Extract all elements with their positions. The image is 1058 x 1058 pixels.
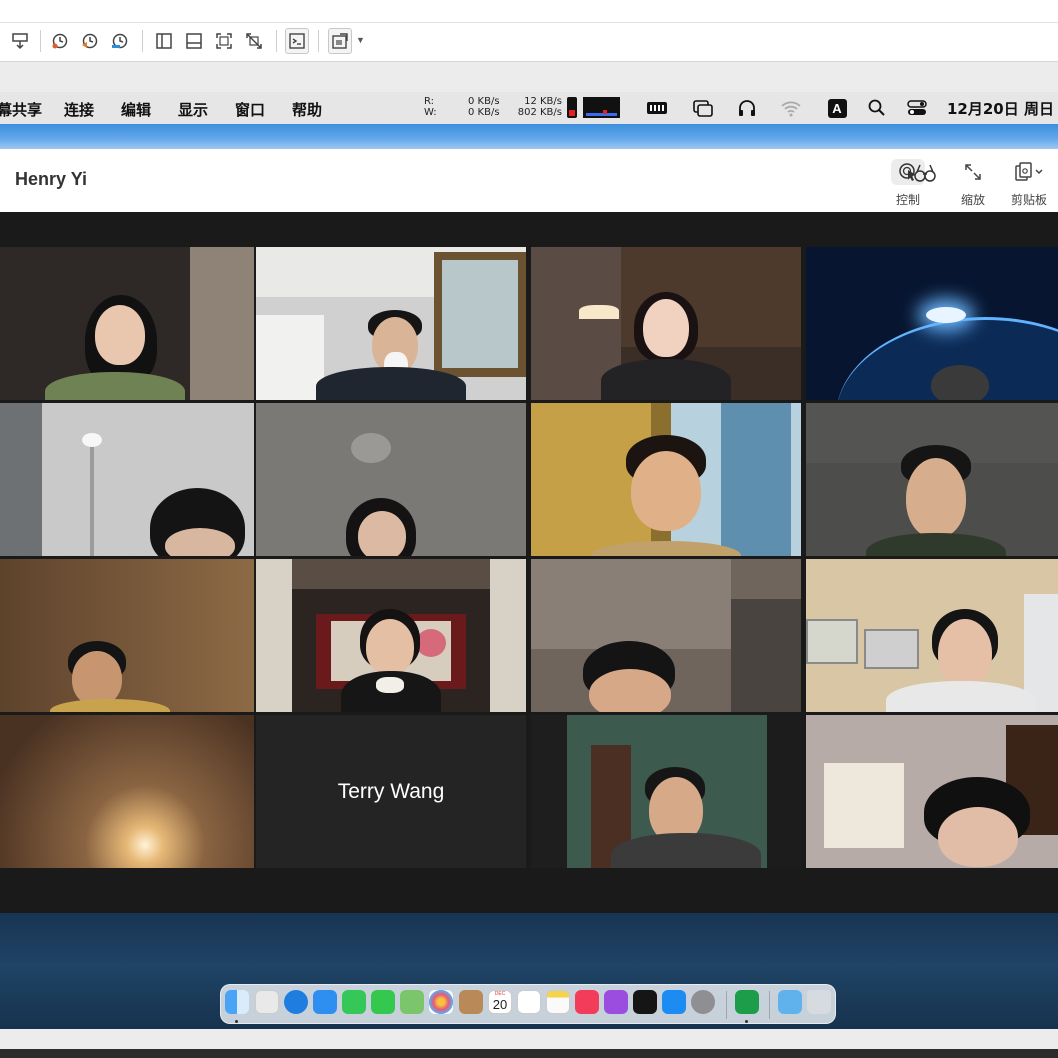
control-label: 控制 (895, 193, 920, 207)
calendar-day: 20 (492, 997, 508, 1012)
dock: DEC 20 (220, 984, 836, 1024)
photos-icon[interactable] (429, 990, 453, 1014)
system-preferences-icon[interactable] (691, 990, 715, 1014)
net-write-value-2: 802 KB/s (517, 107, 562, 118)
dock-separator (769, 991, 770, 1019)
screenshot-icon[interactable] (328, 28, 352, 54)
reminders-icon[interactable] (517, 990, 541, 1014)
scale-off-icon[interactable] (242, 28, 266, 54)
mac-menu-bar: 幕共享 连接 编辑 显示 窗口 帮助 R: W: 0 KB/s 0 KB/s 1… (0, 92, 1058, 124)
safari-icon[interactable] (284, 990, 308, 1014)
running-indicator (235, 1020, 238, 1023)
video-tile-11[interactable] (531, 559, 801, 712)
net-read-value-2: 0 KB/s (468, 107, 500, 118)
chevron-down-icon[interactable]: ▼ (356, 35, 365, 45)
dock-separator (726, 991, 727, 1019)
wifi-icon[interactable] (780, 98, 802, 118)
net-write-label: W: (424, 107, 437, 118)
screens-icon[interactable] (692, 98, 714, 118)
headphones-icon[interactable] (736, 98, 758, 118)
bottom-panel-icon[interactable] (182, 28, 206, 54)
menu-screen-sharing[interactable]: 幕共享 (0, 99, 42, 120)
running-indicator (745, 1020, 748, 1023)
toolbar-separator (40, 30, 41, 52)
net-write-value-1: 12 KB/s (524, 96, 562, 107)
client-bottom-margin (0, 1029, 1058, 1049)
video-tile-12[interactable] (806, 559, 1058, 712)
video-tile-8[interactable] (806, 403, 1058, 556)
spotlight-icon[interactable] (866, 98, 888, 118)
memory-icon[interactable] (646, 98, 668, 118)
client-gap (0, 62, 1058, 92)
disconnect-icon[interactable] (8, 28, 32, 54)
finder-icon[interactable] (225, 990, 249, 1014)
facetime-icon[interactable] (342, 990, 366, 1014)
video-tile-15[interactable] (531, 715, 801, 868)
menu-view[interactable]: 显示 (178, 99, 208, 120)
menu-window[interactable]: 窗口 (235, 99, 265, 120)
terminal-icon[interactable] (285, 28, 309, 54)
net-read-value-1: 0 KB/s (468, 96, 500, 107)
video-tile-3[interactable] (531, 247, 801, 400)
zoom-gallery-view: Terry Wang (0, 212, 1058, 913)
toolbar-separator (276, 30, 277, 52)
history-back-icon[interactable] (78, 28, 102, 54)
host-taskbar (0, 1049, 1058, 1058)
messages-icon[interactable] (371, 990, 395, 1014)
control-center-icon[interactable] (906, 98, 928, 118)
menu-edit[interactable]: 编辑 (121, 99, 151, 120)
video-tile-16[interactable] (806, 715, 1058, 868)
net-read-label: R: (424, 96, 435, 107)
desktop-wallpaper-top (0, 124, 1058, 149)
network-graph[interactable] (583, 97, 620, 118)
trash-icon[interactable] (807, 990, 831, 1014)
history-forward-icon[interactable] (108, 28, 132, 54)
video-tile-7[interactable] (531, 403, 801, 556)
podcasts-icon[interactable] (604, 990, 628, 1014)
video-tile-1[interactable] (0, 247, 254, 400)
history-icon[interactable] (48, 28, 72, 54)
window-title: Henry Yi (15, 169, 88, 189)
cpu-meter[interactable] (567, 97, 577, 118)
notes-icon[interactable] (546, 990, 570, 1014)
clipboard-icon (1012, 159, 1046, 185)
screen-sharing-icon[interactable] (735, 990, 759, 1014)
calendar-icon[interactable]: DEC 20 (488, 990, 512, 1014)
video-tile-9[interactable] (0, 559, 254, 712)
video-tile-4[interactable] (806, 247, 1058, 400)
client-toolbar: ▼ (0, 0, 1058, 62)
video-tile-14[interactable]: Terry Wang (256, 715, 526, 868)
video-tile-5[interactable] (0, 403, 254, 556)
downloads-icon[interactable] (778, 990, 802, 1014)
clipboard-button[interactable]: 剪贴板 (1007, 159, 1051, 208)
zoom-window-header: Henry Yi 控制 缩放 剪贴板 (0, 149, 1058, 212)
scale-icon (956, 159, 990, 185)
video-tile-6[interactable] (256, 403, 526, 556)
app-store-icon[interactable] (662, 990, 686, 1014)
launchpad-icon[interactable] (255, 990, 279, 1014)
scale-button[interactable]: 缩放 (951, 159, 995, 208)
input-method-icon[interactable]: A (826, 98, 848, 118)
music-icon[interactable] (575, 990, 599, 1014)
scale-label: 缩放 (960, 193, 985, 207)
toolbar-separator (318, 30, 319, 52)
participant-name: Terry Wang (256, 715, 526, 868)
maps-icon[interactable] (400, 990, 424, 1014)
menu-clock[interactable]: 12月20日 周日 (947, 98, 1054, 119)
contacts-icon[interactable] (459, 990, 483, 1014)
video-tile-10[interactable] (256, 559, 526, 712)
tv-icon[interactable] (633, 990, 657, 1014)
observe-icon[interactable] (912, 161, 938, 185)
title-divider (0, 22, 1058, 23)
sidebar-icon[interactable] (152, 28, 176, 54)
fit-screen-icon[interactable] (212, 28, 236, 54)
video-tile-2[interactable] (256, 247, 526, 400)
menu-help[interactable]: 帮助 (292, 99, 322, 120)
toolbar-separator (142, 30, 143, 52)
menu-connect[interactable]: 连接 (64, 99, 94, 120)
mail-icon[interactable] (313, 990, 337, 1014)
video-tile-13[interactable] (0, 715, 254, 868)
clipboard-label: 剪贴板 (1010, 193, 1047, 207)
